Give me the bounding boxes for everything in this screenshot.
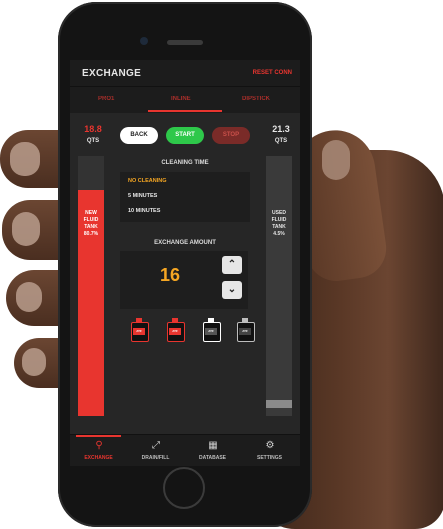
cleaning-time-list: NO CLEANING 5 MINUTES 10 MINUTES bbox=[120, 172, 250, 222]
fingernail bbox=[22, 348, 46, 376]
bottle-label: ATF bbox=[205, 328, 217, 335]
expand-arrows-icon: ⤢ bbox=[152, 440, 160, 451]
used-fluid-quantity: 21.3 bbox=[272, 124, 290, 134]
app-header: EXCHANGE RESET CONN bbox=[70, 60, 300, 86]
exchange-amount-title: EXCHANGE AMOUNT bbox=[154, 240, 216, 246]
exchange-amount-panel: 16 ⌃ ⌄ bbox=[120, 251, 248, 309]
nav-database[interactable]: ▦ DATABASE bbox=[184, 435, 241, 466]
smartphone: EXCHANGE RESET CONN PRO1 INLINE DIPSTICK… bbox=[58, 2, 312, 527]
tank-percent: 4.5% bbox=[273, 231, 285, 237]
tank-label-line: TANK bbox=[84, 224, 98, 230]
bottle-label: ATF bbox=[133, 328, 145, 335]
nav-drain-fill[interactable]: ⤢ DRAIN/FILL bbox=[127, 435, 184, 466]
back-button[interactable]: BACK bbox=[120, 127, 158, 144]
thumbnail bbox=[322, 140, 350, 180]
tank-label-line: FLUID bbox=[271, 217, 287, 223]
increase-amount-button[interactable]: ⌃ bbox=[222, 256, 242, 274]
nav-label: DATABASE bbox=[198, 455, 227, 461]
bottle-label: ATF bbox=[239, 328, 251, 335]
tank-percent: 80.7% bbox=[83, 231, 99, 237]
chevron-down-icon: ⌄ bbox=[227, 284, 237, 295]
used-fluid-level-bar bbox=[266, 400, 292, 408]
location-pin-icon: ⚲ bbox=[95, 440, 103, 451]
tab-inline[interactable]: INLINE bbox=[171, 96, 191, 102]
active-tab-indicator bbox=[148, 110, 222, 112]
used-fluid-tank bbox=[266, 156, 292, 416]
nav-exchange[interactable]: ⚲ EXCHANGE bbox=[70, 435, 127, 466]
nav-label: EXCHANGE bbox=[84, 455, 113, 461]
bottom-navigation: ⚲ EXCHANGE ⤢ DRAIN/FILL ▦ DATABASE ⚙ SET… bbox=[70, 434, 300, 466]
bottle-label: ATF bbox=[169, 328, 181, 335]
page-title: EXCHANGE bbox=[82, 68, 142, 79]
decrease-amount-button[interactable]: ⌄ bbox=[222, 281, 242, 299]
fingernail bbox=[10, 142, 40, 176]
active-nav-indicator bbox=[76, 435, 121, 437]
front-camera bbox=[140, 37, 148, 45]
cleaning-time-title: CLEANING TIME bbox=[161, 160, 209, 166]
gear-icon: ⚙ bbox=[265, 440, 275, 451]
fingernail bbox=[16, 282, 42, 312]
new-fluid-quantity: 18.8 bbox=[84, 124, 102, 134]
chevron-up-icon: ⌃ bbox=[227, 259, 237, 270]
stop-button[interactable]: STOP bbox=[212, 127, 250, 144]
tank-label-line: NEW bbox=[85, 210, 97, 216]
home-button[interactable] bbox=[163, 467, 205, 509]
used-fluid-unit: QTS bbox=[274, 138, 288, 144]
cleaning-option-selected[interactable]: NO CLEANING bbox=[128, 178, 167, 184]
database-icon: ▦ bbox=[208, 440, 218, 451]
new-fluid-tank-label: NEW FLUID TANK 80.7% bbox=[78, 210, 104, 238]
reset-connection-button[interactable]: RESET CONN bbox=[253, 70, 292, 76]
nav-settings[interactable]: ⚙ SETTINGS bbox=[241, 435, 298, 466]
app-screen: EXCHANGE RESET CONN PRO1 INLINE DIPSTICK… bbox=[70, 60, 300, 466]
exchange-amount-value: 16 bbox=[159, 265, 181, 285]
used-fluid-tank-label: USED FLUID TANK 4.5% bbox=[266, 210, 292, 238]
cleaning-option[interactable]: 10 MINUTES bbox=[128, 208, 160, 214]
nav-label: DRAIN/FILL bbox=[141, 455, 170, 461]
nav-label: SETTINGS bbox=[256, 455, 282, 461]
tank-label-line: TANK bbox=[272, 224, 286, 230]
fingernail bbox=[12, 212, 40, 246]
tank-label-line: FLUID bbox=[83, 217, 99, 223]
cleaning-option[interactable]: 5 MINUTES bbox=[128, 193, 157, 199]
earpiece bbox=[167, 40, 203, 45]
start-button[interactable]: START bbox=[166, 127, 204, 144]
tank-label-line: USED bbox=[272, 210, 286, 216]
tab-dipstick[interactable]: DIPSTICK bbox=[242, 96, 270, 102]
new-fluid-unit: QTS bbox=[86, 138, 100, 144]
tab-pro1[interactable]: PRO1 bbox=[98, 96, 114, 102]
mode-tabs: PRO1 INLINE DIPSTICK bbox=[70, 86, 300, 113]
